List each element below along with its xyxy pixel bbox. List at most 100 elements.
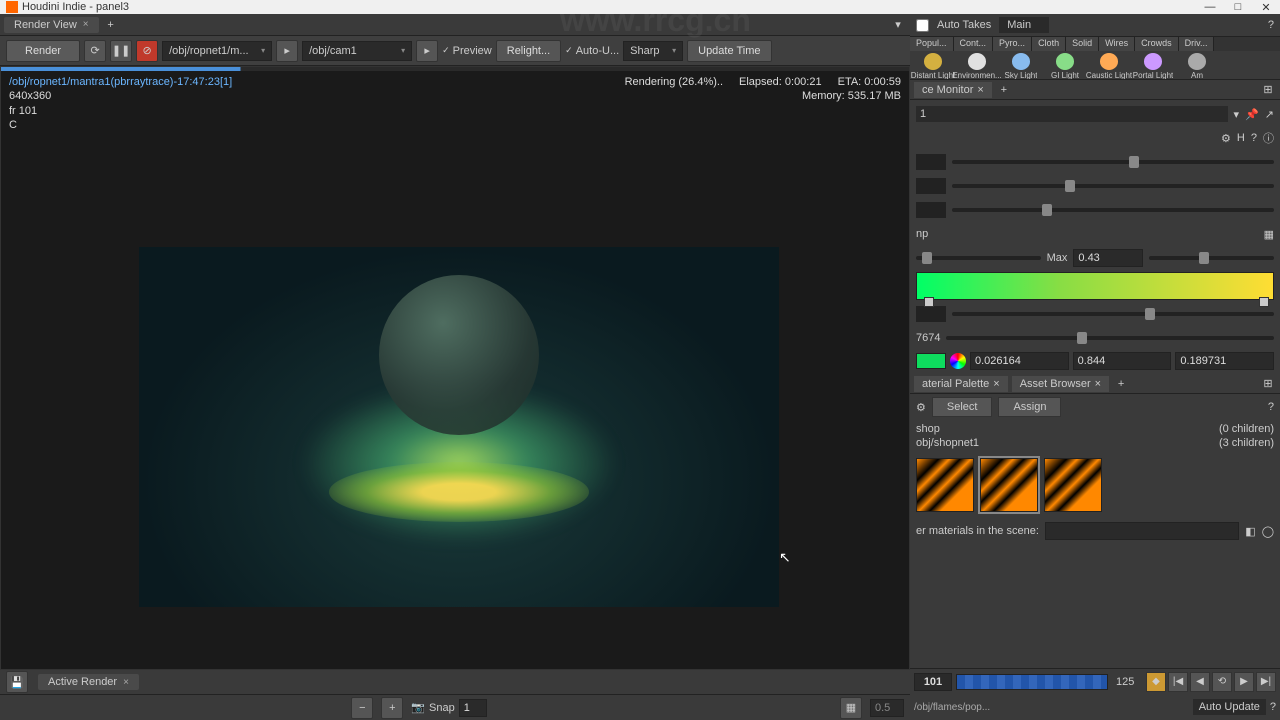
render-viewport[interactable]: /obj/ropnet1/mantra1(pbrraytrace)-17:47:… [0,66,910,670]
tree-row-shop[interactable]: shop(0 children) [916,422,1274,436]
preview-checkbox[interactable]: Preview [442,45,492,57]
help-icon[interactable]: ? [1268,19,1274,31]
color-swatch[interactable] [916,154,946,170]
help-icon[interactable]: ? [1268,401,1274,413]
shelf-tool[interactable]: GI Light [1044,53,1086,79]
shelf-tool[interactable]: Portal Light [1132,53,1174,79]
max-field[interactable]: 0.43 [1073,249,1143,267]
help-icon[interactable]: ? [1270,701,1276,713]
info-icon[interactable]: ⓘ [1263,130,1274,146]
tab-material-palette[interactable]: aterial Palette× [914,376,1008,392]
save-snapshot-icon[interactable]: 💾 [6,671,28,693]
window-minimize-icon[interactable]: — [1196,0,1224,14]
add-tab-icon[interactable]: + [996,82,1012,98]
play-start-icon[interactable]: |◀ [1168,672,1188,692]
pane-menu-icon[interactable]: ⊞ [1260,82,1276,98]
ramp-stop[interactable] [924,297,934,307]
color-swatch[interactable] [916,178,946,194]
chevron-down-icon[interactable]: ▾ [1234,108,1240,121]
shelf-tool[interactable]: Caustic Light [1088,53,1130,79]
auto-update-checkbox[interactable]: Auto-U... [565,45,619,57]
camera-icon[interactable]: 📷 [411,701,425,714]
zoom-in-icon[interactable]: + [381,697,403,719]
pause-icon[interactable]: ❚❚ [110,40,132,62]
overlay-icon[interactable]: ▦ [840,697,862,719]
help-icon[interactable]: ? [1251,132,1257,144]
param-slider[interactable] [952,312,1274,316]
close-icon[interactable]: × [123,677,129,688]
cube-icon[interactable]: ◧ [1245,525,1255,538]
take-dropdown[interactable]: Main [999,17,1049,33]
stop-icon[interactable]: ⊘ [136,40,158,62]
refresh-icon[interactable]: ⟳ [84,40,106,62]
shelf-tab[interactable]: Cloth [1032,37,1066,51]
timeline-track[interactable] [956,674,1108,690]
active-render-tab[interactable]: Active Render × [38,674,139,690]
close-icon[interactable]: × [977,84,983,96]
gear-icon[interactable]: ⚙ [1221,132,1231,145]
color-b-field[interactable]: 0.189731 [1175,352,1274,370]
filter-input[interactable] [1045,522,1239,540]
play-reverse-icon[interactable]: ◀ [1190,672,1210,692]
shelf-tool[interactable]: Environmen... [956,53,998,79]
shelf-tab[interactable]: Cont... [954,37,994,51]
tree-row-shopnet[interactable]: obj/shopnet1(3 children) [916,436,1274,450]
param-slider[interactable] [1149,256,1274,260]
material-thumbnail[interactable] [980,458,1038,512]
quality-dropdown[interactable]: Sharp▾ [623,41,683,61]
update-time-button[interactable]: Update Time [687,40,771,62]
render-button[interactable]: Render [6,40,80,62]
param-slider[interactable] [952,184,1274,188]
window-close-icon[interactable]: ✕ [1252,0,1280,14]
colorwheel-icon[interactable] [950,353,966,369]
play-end-icon[interactable]: ▶| [1256,672,1276,692]
tab-monitor[interactable]: ce Monitor× [914,82,992,98]
ramp-stop[interactable] [1259,297,1269,307]
camera-dropdown[interactable]: /obj/cam1▾ [302,41,412,61]
param-slider[interactable] [916,256,1041,260]
tab-asset-browser[interactable]: Asset Browser× [1012,376,1109,392]
material-thumbnail[interactable] [916,458,974,512]
close-icon[interactable]: × [83,19,89,30]
rop-path-dropdown[interactable]: /obj/ropnet1/m...▾ [162,41,272,61]
current-frame-field[interactable]: 101 [914,673,952,691]
keyframe-icon[interactable]: ◆ [1146,672,1166,692]
jump-icon[interactable]: ↗ [1265,108,1274,121]
shelf-tab[interactable]: Driv... [1179,37,1215,51]
shelf-tab[interactable]: Crowds [1135,37,1179,51]
assign-button[interactable]: Assign [998,397,1061,417]
color-r-field[interactable]: 0.026164 [970,352,1069,370]
add-tab-icon[interactable]: + [1113,376,1129,392]
shelf-tab[interactable]: Popul... [910,37,954,51]
rop-jump-icon[interactable]: ▸ [276,40,298,62]
color-g-field[interactable]: 0.844 [1073,352,1172,370]
tab-render-view[interactable]: Render View × [4,17,99,33]
pane-menu-icon[interactable]: ▾ [890,17,906,33]
shelf-tab[interactable]: Solid [1066,37,1099,51]
zoom-out-icon[interactable]: − [351,697,373,719]
loop-icon[interactable]: ⟲ [1212,672,1232,692]
add-tab-icon[interactable]: + [103,17,119,33]
auto-takes-checkbox[interactable] [916,19,929,32]
window-maximize-icon[interactable]: □ [1224,0,1252,14]
close-icon[interactable]: × [1095,378,1101,390]
shelf-tool[interactable]: Sky Light [1000,53,1042,79]
play-icon[interactable]: ▶ [1234,672,1254,692]
shelf-tool[interactable]: Am [1176,53,1218,79]
node-name-field[interactable]: 1 [916,106,1228,122]
select-button[interactable]: Select [932,397,993,417]
shelf-tab[interactable]: Pyro... [993,37,1032,51]
color-swatch[interactable] [916,306,946,322]
pin-icon[interactable]: 📌 [1245,108,1259,121]
pane-layout-icon[interactable]: ⊞ [1260,376,1276,392]
relight-button[interactable]: Relight... [496,40,561,62]
update-mode-dropdown[interactable]: Auto Update [1193,699,1266,715]
color-swatch[interactable] [916,353,946,369]
param-slider[interactable] [952,160,1274,164]
param-slider[interactable] [952,208,1274,212]
sphere-icon[interactable]: ◯ [1262,525,1274,538]
overlay-opacity[interactable]: 0.5 [870,699,904,717]
color-ramp[interactable] [916,272,1274,300]
gear-icon[interactable]: ⚙ [916,401,926,414]
camera-jump-icon[interactable]: ▸ [416,40,438,62]
